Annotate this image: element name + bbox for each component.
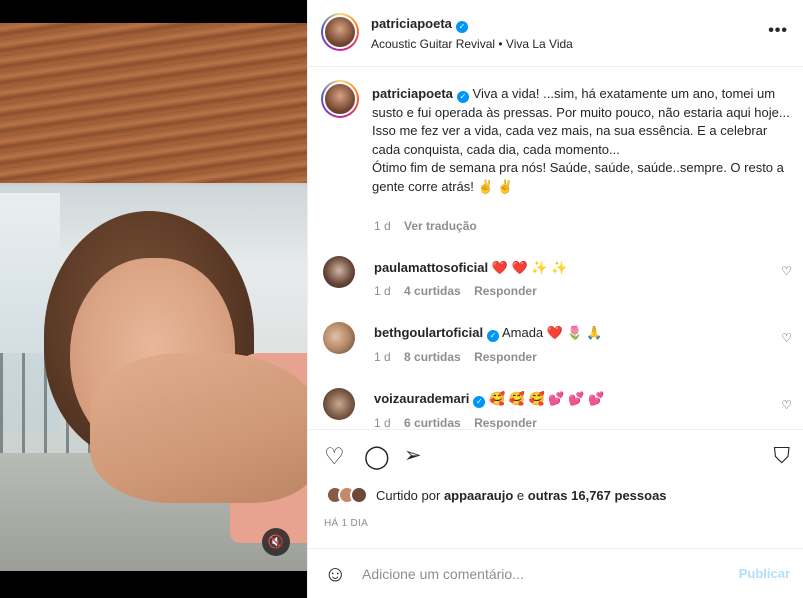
comment-meta: 1 d 4 curtidas Responder: [374, 284, 537, 298]
comment-username[interactable]: paulamattosoficial: [374, 260, 488, 275]
save-icon[interactable]: ⛉: [773, 444, 790, 468]
caption-username[interactable]: patriciapoeta: [372, 86, 453, 101]
caption-age: 1 d: [374, 219, 391, 233]
audio-track[interactable]: Acoustic Guitar Revival • Viva La Vida: [371, 37, 573, 51]
post-detail-panel: patriciapoeta ✓ Acoustic Guitar Revival •…: [307, 0, 803, 598]
reply-button[interactable]: Responder: [474, 284, 537, 298]
comment-likes[interactable]: 4 curtidas: [404, 284, 461, 298]
share-icon[interactable]: ➢: [404, 444, 422, 468]
liker-avatar: [350, 486, 368, 504]
person-arm: [90, 353, 307, 503]
comment-text: paulamattosoficial ❤️ ❤️ ✨ ✨: [374, 260, 567, 276]
comment-like-icon[interactable]: ♡: [781, 264, 792, 278]
comment-likes[interactable]: 6 curtidas: [404, 416, 461, 429]
comments-list[interactable]: patriciapoeta ✓ Viva a vida! ...sim, há e…: [308, 67, 803, 429]
emoji-icon[interactable]: ☺: [324, 561, 346, 587]
comment-age: 1 d: [374, 416, 391, 429]
caption: patriciapoeta ✓ Viva a vida! ...sim, há e…: [372, 85, 792, 197]
comment-icon[interactable]: ◯: [364, 444, 390, 468]
comment-body: Amada ❤️ 🌷 🙏: [501, 325, 603, 340]
comment-body: 🥰 🥰 🥰 💕 💕 💕: [489, 391, 605, 406]
add-comment-bar: ☺ Publicar: [308, 548, 803, 598]
post-actions: ♡ ◯ ➢ ⛉ Curtido por appaaraujo e outras …: [308, 429, 803, 539]
post-video[interactable]: [0, 23, 307, 571]
caption-body: Viva a vida! ...sim, há exatamente um an…: [372, 86, 790, 194]
comment-meta: 1 d 6 curtidas Responder: [374, 416, 537, 429]
comment-like-icon[interactable]: ♡: [781, 398, 792, 412]
reply-button[interactable]: Responder: [474, 350, 537, 364]
comment-avatar[interactable]: [323, 256, 355, 288]
ceiling-background: [0, 23, 307, 183]
comment-age: 1 d: [374, 350, 391, 364]
post-timestamp[interactable]: HÁ 1 DIA: [324, 518, 368, 529]
verified-badge-icon: ✓: [473, 395, 486, 408]
comment-avatar[interactable]: [323, 322, 355, 354]
translate-button[interactable]: Ver tradução: [404, 219, 477, 233]
mute-toggle-button[interactable]: 🔇: [262, 528, 290, 556]
comment-like-icon[interactable]: ♡: [781, 331, 792, 345]
liker-username[interactable]: appaaraujo: [444, 488, 513, 503]
verified-badge-icon: ✓: [456, 91, 469, 104]
mute-icon: 🔇: [267, 534, 285, 549]
likes-count[interactable]: outras 16,767 pessoas: [528, 488, 667, 503]
comment-body: ❤️ ❤️ ✨ ✨: [491, 260, 568, 275]
reply-button[interactable]: Responder: [474, 416, 537, 429]
more-options-icon[interactable]: •••: [768, 22, 788, 40]
like-icon[interactable]: ♡: [324, 444, 345, 468]
verified-badge-icon: ✓: [487, 329, 500, 342]
comment-likes[interactable]: 8 curtidas: [404, 350, 461, 364]
comment-avatar[interactable]: [323, 388, 355, 420]
comment-input[interactable]: [362, 562, 722, 586]
author-username[interactable]: patriciapoeta ✓: [371, 16, 468, 33]
post-media[interactable]: 🔇: [0, 0, 307, 598]
comment-text: voizaurademari ✓ 🥰 🥰 🥰 💕 💕 💕: [374, 391, 604, 408]
verified-badge-icon: ✓: [455, 20, 468, 33]
caption-avatar[interactable]: [321, 80, 359, 118]
likes-text[interactable]: Curtido por appaaraujo e outras 16,767 p…: [376, 488, 667, 503]
post-header: patriciapoeta ✓ Acoustic Guitar Revival •…: [308, 0, 803, 67]
comment-username[interactable]: bethgoulartoficial: [374, 325, 483, 340]
comment-text: bethgoulartoficial ✓ Amada ❤️ 🌷 🙏: [374, 325, 603, 342]
caption-meta: 1 d Ver tradução: [374, 219, 477, 233]
author-avatar[interactable]: [321, 13, 359, 51]
publish-button[interactable]: Publicar: [739, 566, 790, 581]
comment-username[interactable]: voizaurademari: [374, 391, 469, 406]
comment-meta: 1 d 8 curtidas Responder: [374, 350, 537, 364]
likes-summary[interactable]: Curtido por appaaraujo e outras 16,767 p…: [326, 486, 667, 504]
comment-age: 1 d: [374, 284, 391, 298]
